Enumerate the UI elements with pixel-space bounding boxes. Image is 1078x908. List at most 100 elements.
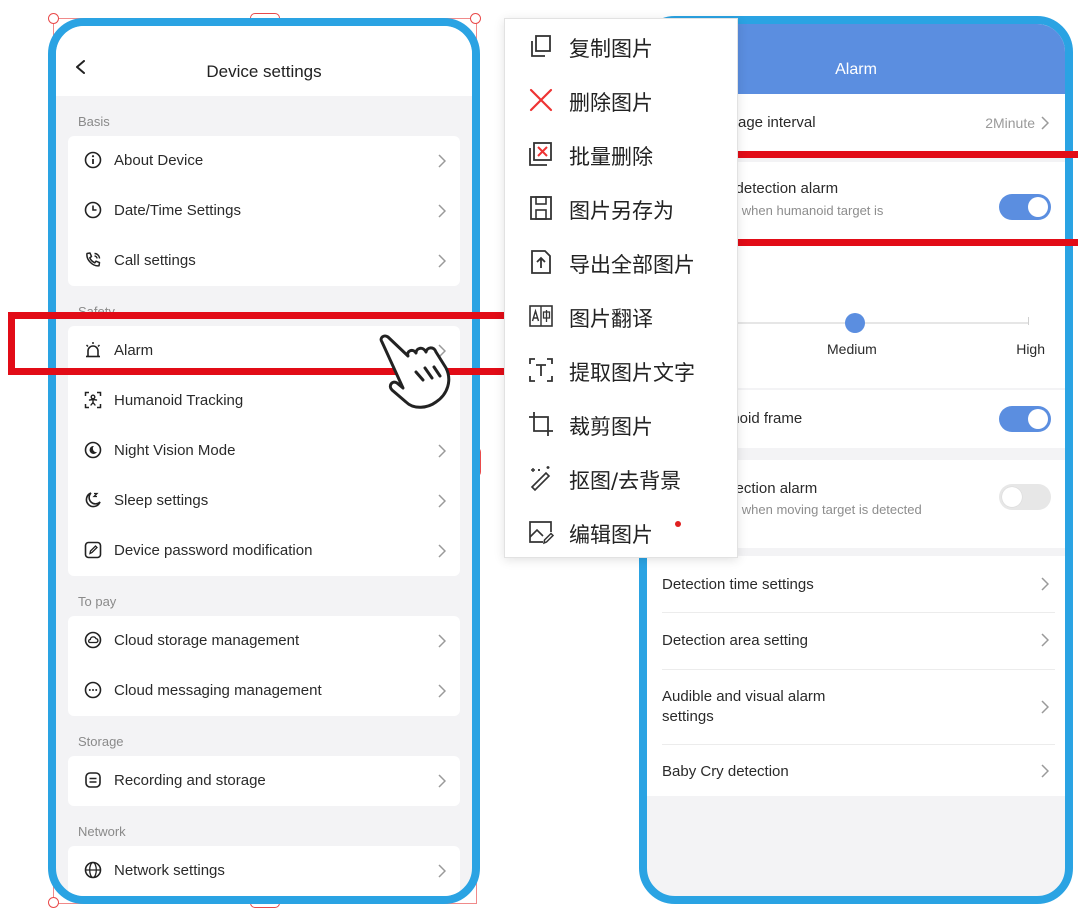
chevron-right-icon — [1041, 633, 1049, 647]
settings-item-label: Device password modification — [114, 542, 313, 559]
humanoid-alarm-highlight-bottom — [700, 239, 1078, 246]
device-settings-phone: Device settings Basis About Device Date/… — [48, 18, 480, 904]
motion-alarm-toggle[interactable] — [999, 484, 1051, 510]
menu-item-edit-image[interactable]: 编辑图片 — [505, 505, 737, 559]
settings-item-night-vision[interactable]: Night Vision Mode — [68, 426, 460, 476]
message-icon — [84, 681, 102, 699]
slider-tick — [1028, 317, 1029, 325]
audible-visual-label: Audible and visual alarm — [662, 688, 826, 705]
baby-cry-detection-row[interactable]: Baby Cry detection — [647, 745, 1065, 797]
settings-item-cloud-messaging[interactable]: Cloud messaging management — [68, 666, 460, 716]
chevron-right-icon — [438, 444, 446, 458]
translate-icon — [529, 305, 553, 327]
to-pay-card: Cloud storage management Cloud messaging… — [68, 616, 460, 716]
baby-cry-label: Baby Cry detection — [662, 763, 789, 780]
copy-icon — [531, 35, 551, 57]
device-settings-header: Device settings — [56, 26, 472, 96]
menu-item-label: 复制图片 — [569, 37, 653, 61]
settings-item-label: Sleep settings — [114, 492, 209, 509]
menu-item-remove-background[interactable]: 抠图/去背景 — [505, 451, 737, 505]
menu-item-extract-text[interactable]: 提取图片文字 — [505, 343, 737, 397]
audible-visual-alarm-row[interactable]: Audible and visual alarm settings — [647, 670, 1065, 744]
save-as-icon — [530, 196, 552, 220]
password-edit-icon — [84, 541, 102, 559]
settings-item-label: Cloud storage management — [114, 632, 300, 649]
menu-item-label: 图片另存为 — [569, 199, 674, 223]
chevron-right-icon — [1041, 700, 1049, 714]
chevron-right-icon — [438, 544, 446, 558]
humanoid-alarm-subtext: rm when humanoid target is — [723, 203, 884, 218]
chevron-right-icon — [438, 634, 446, 648]
menu-item-batch-delete[interactable]: 批量删除 — [505, 127, 737, 181]
detection-area-setting-row[interactable]: Detection area setting — [647, 613, 1065, 669]
section-label-to-pay: To pay — [78, 594, 117, 609]
humanoid-frame-toggle[interactable] — [999, 406, 1051, 432]
chevron-right-icon — [438, 254, 446, 268]
menu-item-label: 提取图片文字 — [569, 361, 695, 385]
chevron-right-icon — [1041, 764, 1049, 778]
storage-card: Recording and storage — [68, 756, 460, 806]
menu-item-delete-image[interactable]: 删除图片 — [505, 73, 737, 127]
menu-item-save-as[interactable]: 图片另存为 — [505, 181, 737, 235]
menu-item-label: 删除图片 — [569, 91, 653, 115]
crop-icon — [529, 412, 553, 436]
chevron-right-icon — [1041, 577, 1049, 591]
menu-item-label: 导出全部图片 — [569, 253, 695, 277]
settings-item-network[interactable]: Network settings — [68, 846, 460, 896]
menu-item-label: 裁剪图片 — [569, 415, 653, 439]
message-interval-value: 2Minute — [985, 115, 1035, 131]
chevron-right-icon — [438, 204, 446, 218]
cloud-icon — [84, 631, 102, 649]
settings-item-call-settings[interactable]: Call settings — [68, 236, 460, 286]
settings-item-device-password[interactable]: Device password modification — [68, 526, 460, 576]
edit-image-icon — [529, 521, 555, 545]
page-title: Device settings — [206, 62, 322, 81]
settings-item-cloud-storage[interactable]: Cloud storage management — [68, 616, 460, 666]
audible-visual-label-line2: settings — [662, 708, 714, 725]
storage-icon — [85, 772, 101, 788]
phone-call-icon — [86, 252, 101, 267]
toggle-knob — [1028, 409, 1048, 429]
detection-area-label: Detection area setting — [662, 632, 808, 649]
chevron-right-icon — [438, 774, 446, 788]
menu-item-export-all[interactable]: 导出全部图片 — [505, 235, 737, 289]
resize-handle-top-right[interactable] — [470, 13, 481, 24]
menu-item-crop-image[interactable]: 裁剪图片 — [505, 397, 737, 451]
chevron-right-icon — [438, 684, 446, 698]
batch-delete-icon — [529, 142, 552, 166]
chevron-right-icon — [438, 864, 446, 878]
image-context-menu: 复制图片 删除图片 批量删除 图片另存为 导出全部图片 图片翻译 提取图片文字 … — [504, 18, 738, 558]
settings-item-label: Date/Time Settings — [114, 202, 241, 219]
settings-item-label: About Device — [114, 152, 204, 169]
settings-item-label: Network settings — [114, 862, 225, 879]
humanoid-tracking-icon — [84, 391, 102, 409]
resize-handle-bottom-left[interactable] — [48, 897, 59, 908]
settings-item-date-time[interactable]: Date/Time Settings — [68, 186, 460, 236]
chevron-right-icon — [438, 494, 446, 508]
resize-handle-top-left[interactable] — [48, 13, 59, 24]
remove-background-icon — [530, 466, 551, 492]
chevron-right-icon — [438, 154, 446, 168]
settings-item-label: Recording and storage — [114, 772, 266, 789]
settings-item-about-device[interactable]: About Device — [68, 136, 460, 186]
sensitivity-slider-thumb[interactable] — [845, 313, 865, 333]
settings-item-sleep[interactable]: Sleep settings — [68, 476, 460, 526]
night-vision-icon — [84, 441, 102, 459]
detection-time-settings-row[interactable]: Detection time settings — [647, 556, 1065, 612]
globe-icon — [84, 861, 102, 879]
menu-item-label: 编辑图片 — [569, 523, 653, 547]
section-label-basis: Basis — [78, 114, 110, 129]
humanoid-alarm-toggle[interactable] — [999, 194, 1051, 220]
extract-text-icon — [529, 358, 553, 382]
alarm-links-card: Detection time settings Detection area s… — [647, 556, 1065, 796]
settings-item-recording-storage[interactable]: Recording and storage — [68, 756, 460, 806]
menu-item-label: 图片翻译 — [569, 307, 653, 331]
detection-time-label: Detection time settings — [662, 576, 814, 593]
basis-card: About Device Date/Time Settings Call set… — [68, 136, 460, 286]
export-icon — [531, 250, 551, 274]
menu-item-copy-image[interactable]: 复制图片 — [505, 19, 737, 73]
section-label-storage: Storage — [78, 734, 124, 749]
sensitivity-slider-track[interactable] — [719, 322, 1029, 324]
chevron-right-icon — [1041, 116, 1049, 130]
menu-item-translate-image[interactable]: 图片翻译 — [505, 289, 737, 343]
